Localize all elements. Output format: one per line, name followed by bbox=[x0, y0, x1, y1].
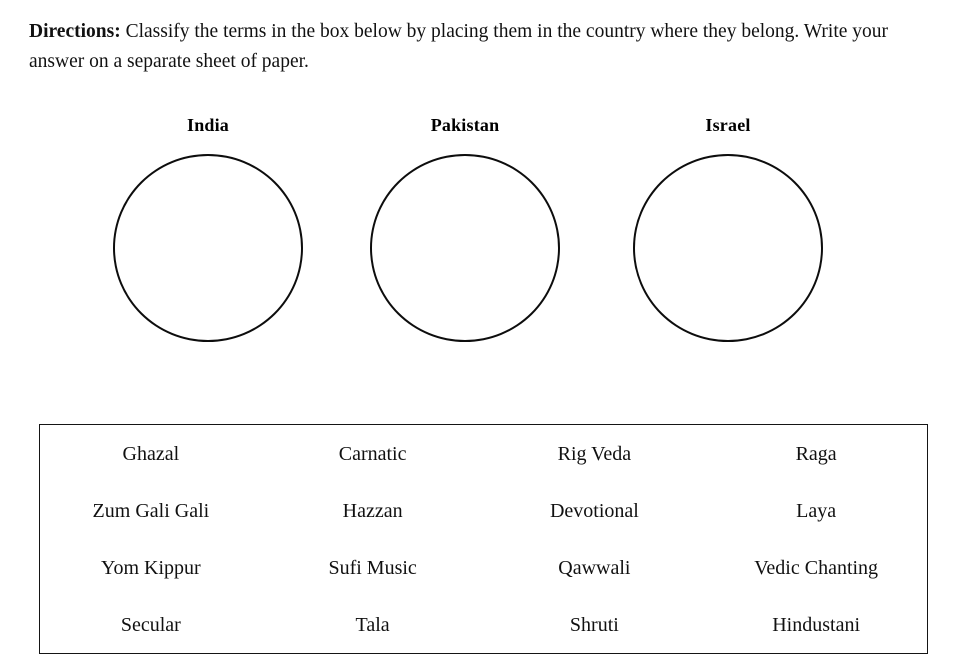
classification-circles-row: India Pakistan Israel bbox=[0, 114, 958, 374]
word-bank-term[interactable]: Rig Veda bbox=[558, 442, 632, 466]
word-bank-term[interactable]: Hindustani bbox=[772, 613, 860, 637]
word-bank-term[interactable]: Laya bbox=[796, 499, 836, 523]
category-column-india: India bbox=[88, 114, 328, 342]
directions-text: Classify the terms in the box below by p… bbox=[29, 21, 889, 72]
word-bank-grid: Ghazal Carnatic Rig Veda Raga Zum Gali G… bbox=[40, 425, 927, 653]
word-bank-term[interactable]: Raga bbox=[796, 442, 837, 466]
word-bank-box: Ghazal Carnatic Rig Veda Raga Zum Gali G… bbox=[39, 424, 928, 654]
category-circle-pakistan[interactable] bbox=[370, 154, 560, 342]
category-heading-india: India bbox=[186, 115, 230, 135]
category-column-pakistan: Pakistan bbox=[345, 114, 585, 342]
category-column-israel: Israel bbox=[608, 114, 848, 342]
word-bank-term[interactable]: Zum Gali Gali bbox=[93, 499, 210, 523]
word-bank-term[interactable]: Ghazal bbox=[123, 442, 180, 466]
category-circle-india[interactable] bbox=[113, 154, 303, 342]
word-bank-term[interactable]: Tala bbox=[356, 613, 390, 637]
word-bank-term[interactable]: Secular bbox=[121, 613, 181, 637]
word-bank-term[interactable]: Sufi Music bbox=[328, 556, 416, 580]
category-heading-pakistan: Pakistan bbox=[430, 115, 500, 135]
word-bank-term[interactable]: Vedic Chanting bbox=[754, 556, 878, 580]
word-bank-term[interactable]: Yom Kippur bbox=[101, 556, 201, 580]
directions-paragraph: Directions: Classify the terms in the bo… bbox=[29, 17, 929, 77]
word-bank-term[interactable]: Hazzan bbox=[343, 499, 403, 523]
directions-label: Directions: bbox=[29, 21, 121, 42]
word-bank-term[interactable]: Shruti bbox=[570, 613, 619, 637]
word-bank-term[interactable]: Carnatic bbox=[339, 442, 407, 466]
category-circle-israel[interactable] bbox=[633, 154, 823, 342]
word-bank-term[interactable]: Qawwali bbox=[558, 556, 630, 580]
category-heading-israel: Israel bbox=[705, 115, 751, 135]
word-bank-term[interactable]: Devotional bbox=[550, 499, 639, 523]
